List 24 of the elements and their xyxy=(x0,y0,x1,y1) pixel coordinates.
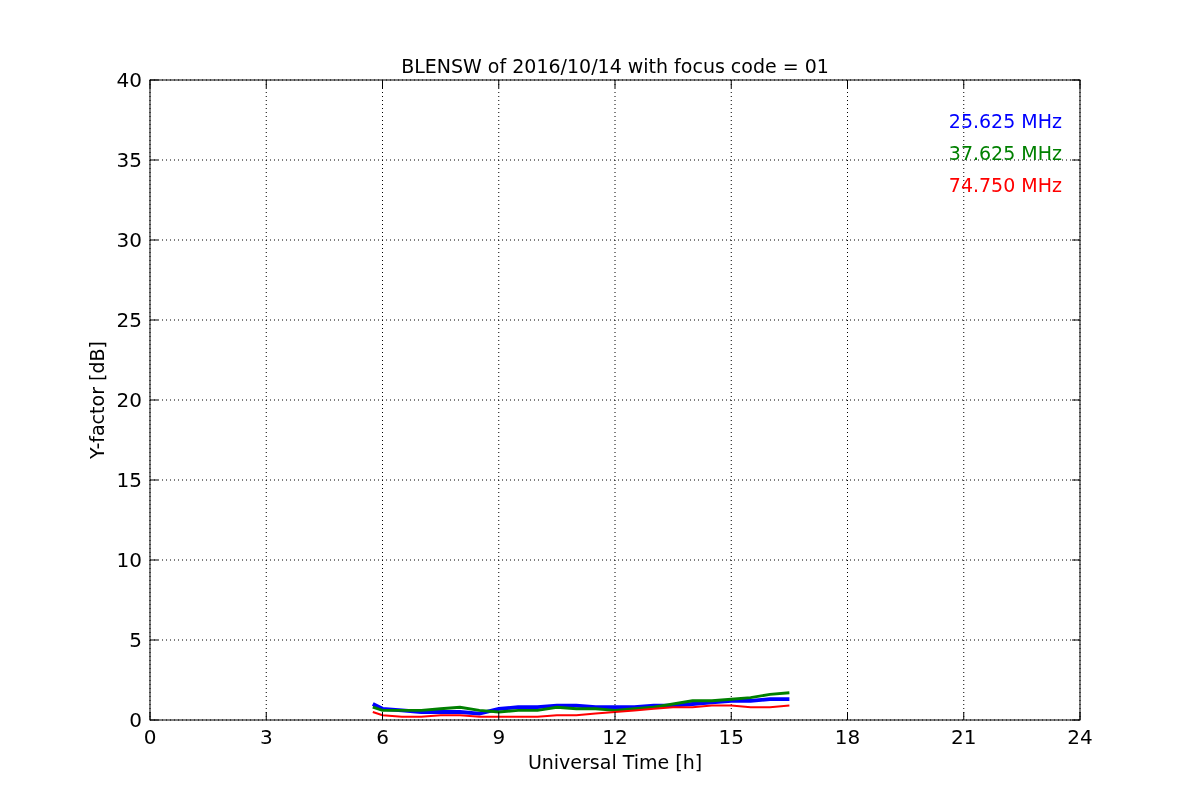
x-tick-label: 0 xyxy=(143,725,157,749)
y-tick-label: 35 xyxy=(116,148,142,172)
y-tick-label: 30 xyxy=(116,228,142,252)
x-tick-label: 15 xyxy=(718,725,744,749)
y-tick-label: 5 xyxy=(129,628,142,652)
y-tick-label: 0 xyxy=(129,708,142,732)
x-axis-label: Universal Time [h] xyxy=(527,751,703,773)
y-tick-label: 10 xyxy=(116,548,142,572)
x-tick-label: 24 xyxy=(1067,725,1093,749)
x-tick-label: 9 xyxy=(492,725,506,749)
y-tick-label: 25 xyxy=(116,308,142,332)
x-tick-label: 6 xyxy=(376,725,389,749)
y-tick-label: 15 xyxy=(116,468,142,492)
x-tick-label: 18 xyxy=(834,725,861,749)
x-tick-label: 21 xyxy=(951,725,977,749)
legend-label: 25.625 MHz xyxy=(948,110,1062,132)
x-tick-label: 12 xyxy=(602,725,628,749)
y-axis-label: Y-factor [dB] xyxy=(86,341,108,459)
y-tick-label: 20 xyxy=(116,388,142,412)
y-tick-label: 40 xyxy=(116,68,142,92)
legend-label: 74.750 MHz xyxy=(948,174,1062,196)
legend-label: 37.625 MHz xyxy=(948,142,1062,164)
chart-title: BLENSW of 2016/10/14 with focus code = 01 xyxy=(401,55,829,77)
x-tick-label: 3 xyxy=(259,725,273,749)
